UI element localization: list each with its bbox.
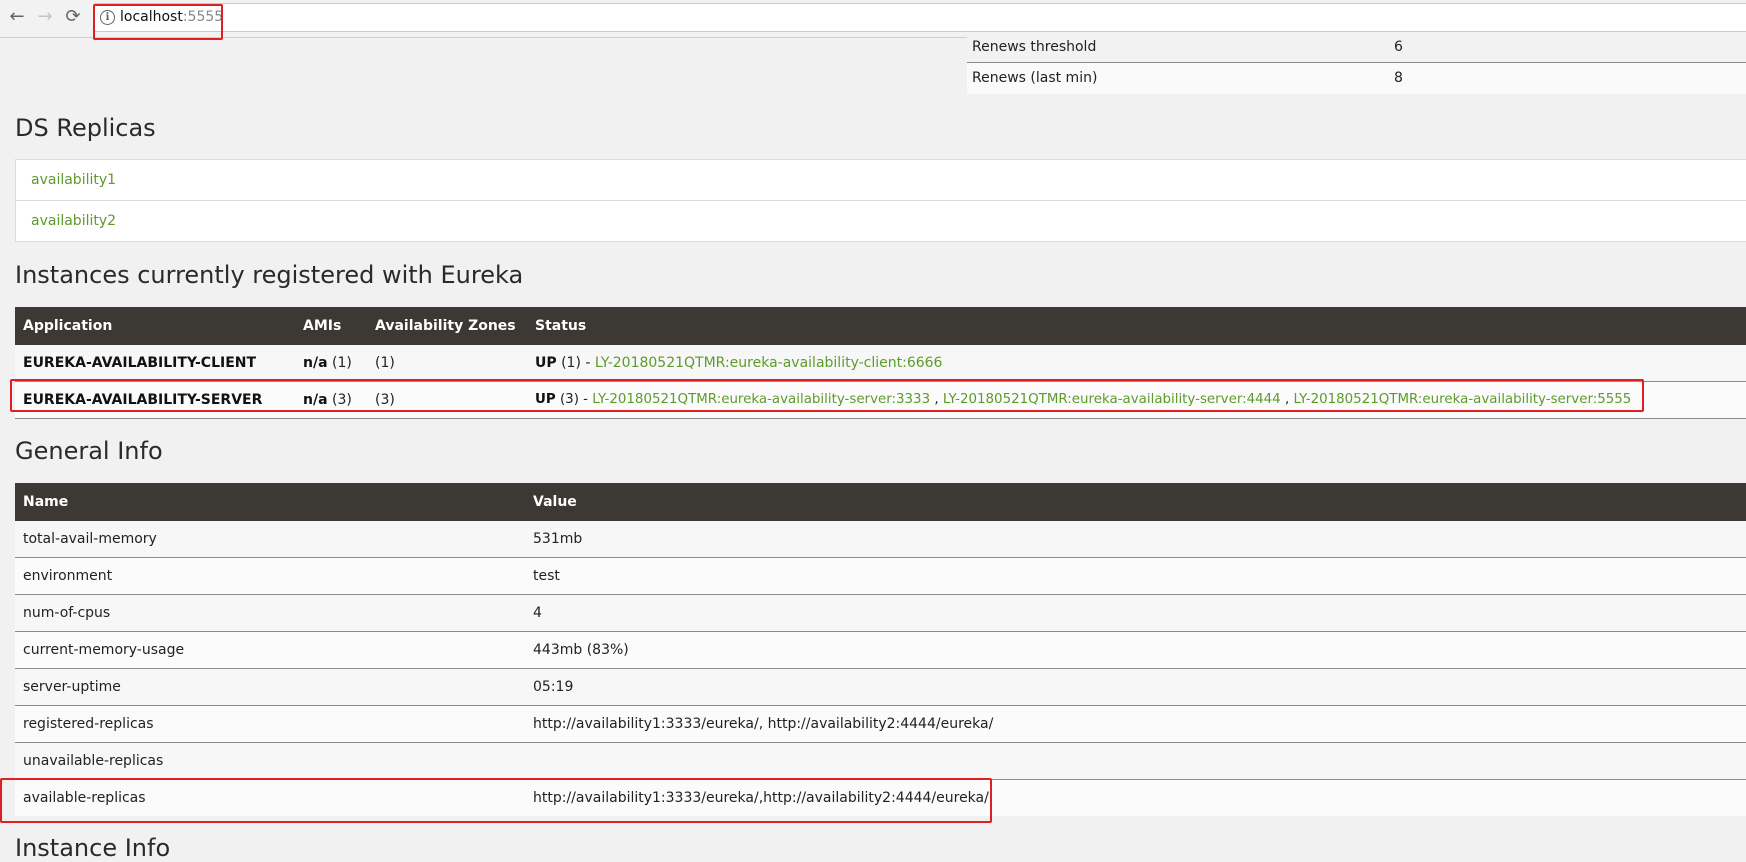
info-name: available-replicas xyxy=(23,790,146,806)
amis-count: (3) xyxy=(327,392,352,408)
status-row-renews-last-min: Renews (last min) 8 xyxy=(967,63,1746,94)
instance-info-title: Instance Info xyxy=(15,834,171,862)
col-application: Application xyxy=(23,318,113,334)
info-name: total-avail-memory xyxy=(23,531,157,547)
status-up: UP xyxy=(535,355,557,371)
replica-link-availability1[interactable]: availability1 xyxy=(16,160,1746,201)
table-row: current-memory-usage 443mb (83%) xyxy=(15,632,1746,669)
table-row: EUREKA-AVAILABILITY-CLIENT n/a (1) (1) U… xyxy=(15,345,1746,382)
instance-link[interactable]: LY-20180521QTMR:eureka-availability-serv… xyxy=(592,392,930,407)
info-value: 531mb xyxy=(533,531,583,547)
url-port: :5555 xyxy=(182,9,224,25)
replica-link-availability2[interactable]: availability2 xyxy=(16,201,1746,241)
info-value: 05:19 xyxy=(533,679,574,695)
address-bar[interactable]: i localhost:5555 xyxy=(94,3,1746,32)
info-name: server-uptime xyxy=(23,679,121,695)
col-amis: AMIs xyxy=(303,318,342,334)
link-separator: , xyxy=(1280,392,1294,407)
info-name: num-of-cpus xyxy=(23,605,111,621)
table-row: server-uptime 05:19 xyxy=(15,669,1746,706)
zones-cell: (3) xyxy=(375,392,395,408)
status-row-renews-threshold: Renews threshold 6 xyxy=(967,32,1746,63)
status-count: (1) - xyxy=(556,355,595,371)
status-up: UP xyxy=(535,392,556,407)
amis-cell: n/a (1) xyxy=(303,345,352,381)
status-cell: UP (3) - LY-20180521QTMR:eureka-availabi… xyxy=(535,382,1631,418)
instances-header: Application AMIs Availability Zones Stat… xyxy=(15,307,1746,345)
url-host: localhost xyxy=(120,9,183,25)
col-value: Value xyxy=(533,494,577,510)
ds-replicas-list: availability1 availability2 xyxy=(15,159,1746,242)
status-name: Renews (last min) xyxy=(972,70,1098,86)
table-row: registered-replicas http://availability1:… xyxy=(15,706,1746,743)
application-name: EUREKA-AVAILABILITY-SERVER xyxy=(23,392,263,408)
instance-link[interactable]: LY-20180521QTMR:eureka-availability-serv… xyxy=(1293,392,1631,407)
general-info-table: Name Value total-avail-memory 531mb envir… xyxy=(15,483,1746,816)
info-value: test xyxy=(533,568,560,584)
status-name: Renews threshold xyxy=(972,39,1097,55)
general-info-header: Name Value xyxy=(15,483,1746,521)
application-name: EUREKA-AVAILABILITY-CLIENT xyxy=(23,355,257,371)
info-name: unavailable-replicas xyxy=(23,753,164,769)
instance-link[interactable]: LY-20180521QTMR:eureka-availability-clie… xyxy=(595,355,943,371)
general-info-title: General Info xyxy=(15,437,163,465)
zones-cell: (1) xyxy=(375,355,395,371)
amis-cell: n/a (3) xyxy=(303,382,352,418)
table-row: environment test xyxy=(15,558,1746,595)
status-value: 8 xyxy=(1394,70,1403,86)
info-value: http://availability1:3333/eureka/,http:/… xyxy=(533,790,994,806)
forward-arrow-icon[interactable]: → xyxy=(34,6,56,28)
status-cell: UP (1) - LY-20180521QTMR:eureka-availabi… xyxy=(535,345,942,381)
amis-value: n/a xyxy=(303,392,328,408)
info-value: 443mb (83%) xyxy=(533,642,629,658)
table-row: num-of-cpus 4 xyxy=(15,595,1746,632)
amis-value: n/a xyxy=(303,355,328,371)
info-name: environment xyxy=(23,568,113,584)
link-separator: , xyxy=(930,392,943,407)
table-row: total-avail-memory 531mb xyxy=(15,521,1746,558)
status-value: 6 xyxy=(1394,39,1403,55)
info-name: current-memory-usage xyxy=(23,642,185,658)
back-arrow-icon[interactable]: ← xyxy=(6,6,28,28)
reload-icon[interactable]: ⟳ xyxy=(62,6,84,28)
instance-link[interactable]: LY-20180521QTMR:eureka-availability-serv… xyxy=(943,392,1281,407)
status-table: Renews threshold 6 Renews (last min) 8 xyxy=(967,32,1746,94)
amis-count: (1) xyxy=(327,355,352,371)
col-status: Status xyxy=(535,318,587,334)
info-icon[interactable]: i xyxy=(100,10,115,25)
info-value: http://availability1:3333/eureka/, http:… xyxy=(533,716,994,732)
instances-title: Instances currently registered with Eure… xyxy=(15,261,524,289)
ds-replicas-title: DS Replicas xyxy=(15,114,156,142)
info-value: 4 xyxy=(533,605,542,621)
url-text: localhost:5555 xyxy=(120,9,223,25)
status-count: (3) - xyxy=(555,392,593,407)
table-row: EUREKA-AVAILABILITY-SERVER n/a (3) (3) U… xyxy=(15,382,1746,419)
col-name: Name xyxy=(23,494,69,510)
table-row: unavailable-replicas xyxy=(15,743,1746,780)
instances-table: Application AMIs Availability Zones Stat… xyxy=(15,307,1746,419)
col-availability-zones: Availability Zones xyxy=(375,318,516,334)
info-name: registered-replicas xyxy=(23,716,154,732)
table-row: available-replicas http://availability1:3… xyxy=(15,780,1746,816)
